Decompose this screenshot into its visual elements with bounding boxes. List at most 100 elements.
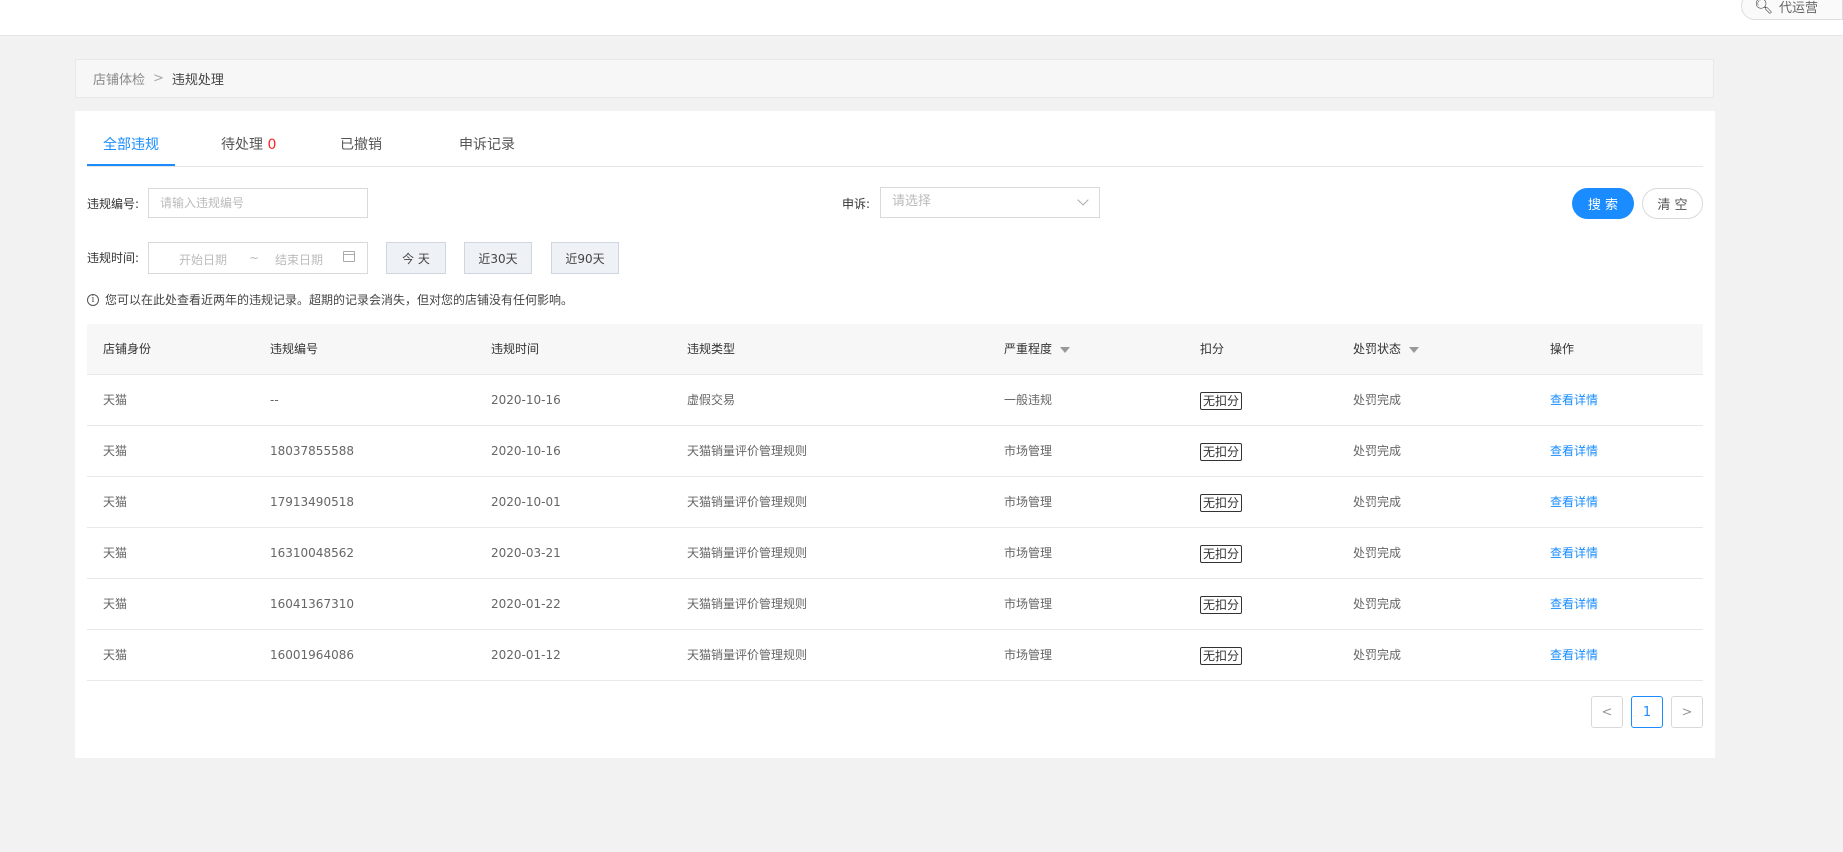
view-details-link[interactable]: 查看详情	[1550, 375, 1598, 425]
table-row: 天猫 17913490518 2020-10-01 天猫销量评价管理规则 市场管理 无扣分…	[87, 477, 1703, 528]
header-shop-identity: 店铺身份	[103, 342, 152, 356]
last-30-days-button[interactable]: 近30天	[464, 242, 532, 274]
deduction-badge: 无扣分	[1200, 442, 1243, 461]
breadcrumb-separator: >	[153, 71, 164, 86]
appeal-select[interactable]: 请选择	[880, 187, 1100, 218]
header-violation-type: 违规类型	[687, 342, 736, 356]
cell-severity: 市场管理	[1004, 546, 1053, 560]
deduction-badge: 无扣分	[1200, 646, 1243, 665]
table-header: 店铺身份 违规编号 违规时间 违规类型 严重程度 扣分 处罚状态 操作	[87, 324, 1703, 375]
tab-label: 待处理	[221, 137, 263, 153]
chevron-down-icon	[1077, 194, 1089, 206]
breadcrumb-item-violation: 违规处理	[171, 73, 224, 88]
cell-violation-type: 天猫销量评价管理规则	[687, 648, 808, 662]
cell-severity: 市场管理	[1004, 648, 1053, 662]
view-details-link[interactable]: 查看详情	[1550, 528, 1598, 578]
cell-shop-identity: 天猫	[103, 597, 128, 611]
deduction-badge: 无扣分	[1200, 391, 1243, 410]
cell-violation-no: 16001964086	[270, 648, 354, 662]
filter-icon[interactable]	[1409, 346, 1420, 353]
view-details-link[interactable]: 查看详情	[1550, 426, 1598, 476]
cell-violation-time: 2020-10-01	[491, 495, 561, 509]
deduction-badge: 无扣分	[1200, 544, 1243, 563]
deduction-badge: 无扣分	[1200, 493, 1243, 512]
header-violation-time: 违规时间	[491, 342, 540, 356]
top-bar: 🔍︎ 代运营	[0, 0, 1843, 36]
cell-violation-time: 2020-10-16	[491, 393, 561, 407]
cell-shop-identity: 天猫	[103, 546, 128, 560]
breadcrumb-item-shop-check[interactable]: 店铺体检	[93, 69, 145, 88]
tab-revoked[interactable]: 已撤销	[340, 133, 400, 166]
view-details-link[interactable]: 查看详情	[1550, 630, 1598, 680]
header-deduction: 扣分	[1200, 342, 1225, 356]
cell-deduction: 无扣分	[1200, 477, 1243, 527]
table-row: 天猫 16001964086 2020-01-12 天猫销量评价管理规则 市场管理 无扣分…	[87, 630, 1703, 681]
cell-violation-no: 16310048562	[270, 546, 354, 560]
cell-shop-identity: 天猫	[103, 648, 128, 662]
cell-penalty-status: 处罚完成	[1353, 597, 1402, 611]
header-severity: 严重程度	[1004, 324, 1071, 374]
clear-button[interactable]: 清 空	[1642, 188, 1703, 219]
date-range-separator: ~	[249, 251, 260, 265]
search-button[interactable]: 搜 索	[1572, 188, 1634, 219]
cell-violation-no: 17913490518	[270, 495, 354, 509]
start-date-input[interactable]: 开始日期	[179, 251, 227, 268]
violations-table: 店铺身份 违规编号 违规时间 违规类型 严重程度 扣分 处罚状态 操作 天猫 --…	[87, 324, 1703, 681]
cell-penalty-status: 处罚完成	[1353, 495, 1402, 509]
cell-deduction: 无扣分	[1200, 630, 1243, 680]
cell-penalty-status: 处罚完成	[1353, 444, 1402, 458]
next-page-button[interactable]: >	[1671, 696, 1703, 728]
cell-violation-no: --	[270, 393, 279, 407]
notice-text: 您可以在此处查看近两年的违规记录。超期的记录会消失，但对您的店铺没有任何影响。	[105, 293, 574, 307]
notice: i 您可以在此处查看近两年的违规记录。超期的记录会消失，但对您的店铺没有任何影响…	[87, 291, 573, 308]
date-range-picker[interactable]: 开始日期 ~ 结束日期	[148, 242, 368, 274]
appeal-label: 申诉:	[842, 197, 871, 211]
end-date-input[interactable]: 结束日期	[275, 251, 323, 268]
tab-bar: 全部违规 待处理 0 已撤销 申诉记录	[87, 133, 1703, 167]
tab-pending[interactable]: 待处理 0	[221, 133, 291, 166]
tab-label: 申诉记录	[459, 137, 515, 153]
page-1-button[interactable]: 1	[1631, 696, 1663, 728]
cell-deduction: 无扣分	[1200, 375, 1243, 425]
main-panel: 全部违规 待处理 0 已撤销 申诉记录 违规编号: 请输入违规编号 申诉: 请选…	[75, 111, 1715, 758]
violation-no-input[interactable]: 请输入违规编号	[148, 188, 368, 218]
cell-violation-type: 天猫销量评价管理规则	[687, 546, 808, 560]
prev-page-button[interactable]: <	[1591, 696, 1623, 728]
top-search-box[interactable]: 🔍︎ 代运营	[1741, 0, 1843, 20]
cell-severity: 市场管理	[1004, 444, 1053, 458]
header-penalty-status-label: 处罚状态	[1353, 342, 1402, 356]
cell-penalty-status: 处罚完成	[1353, 393, 1402, 407]
cell-violation-time: 2020-03-21	[491, 546, 561, 560]
last-90-days-button[interactable]: 近90天	[551, 242, 619, 274]
breadcrumb: 店铺体检 > 违规处理	[75, 59, 1714, 98]
violation-time-label: 违规时间:	[87, 251, 140, 265]
table-row: 天猫 -- 2020-10-16 虚假交易 一般违规 无扣分 处罚完成 查看详情	[87, 375, 1703, 426]
cell-violation-time: 2020-01-12	[491, 648, 561, 662]
info-icon: i	[87, 293, 99, 306]
calendar-icon	[343, 251, 355, 262]
table-row: 天猫 16310048562 2020-03-21 天猫销量评价管理规则 市场管理 无扣分…	[87, 528, 1703, 579]
search-icon: 🔍︎	[1754, 0, 1774, 15]
cell-violation-no: 16041367310	[270, 597, 354, 611]
appeal-select-placeholder: 请选择	[892, 194, 932, 209]
view-details-link[interactable]: 查看详情	[1550, 477, 1598, 527]
view-details-link[interactable]: 查看详情	[1550, 579, 1598, 629]
cell-violation-time: 2020-10-16	[491, 444, 561, 458]
tab-all-violations[interactable]: 全部违规	[87, 133, 175, 166]
cell-deduction: 无扣分	[1200, 579, 1243, 629]
cell-penalty-status: 处罚完成	[1353, 648, 1402, 662]
filter-icon[interactable]	[1060, 346, 1071, 353]
cell-deduction: 无扣分	[1200, 426, 1243, 476]
violation-no-label: 违规编号:	[87, 197, 140, 211]
tab-label: 全部违规	[103, 137, 159, 153]
tab-appeal-records[interactable]: 申诉记录	[459, 133, 529, 166]
pending-count: 0	[267, 137, 277, 153]
cell-violation-type: 天猫销量评价管理规则	[687, 495, 808, 509]
cell-violation-no: 18037855588	[270, 444, 354, 458]
header-action: 操作	[1550, 342, 1575, 356]
cell-severity: 市场管理	[1004, 495, 1053, 509]
header-penalty-status: 处罚状态	[1353, 324, 1420, 374]
top-search-text: 代运营	[1779, 0, 1819, 16]
today-button[interactable]: 今 天	[386, 242, 446, 274]
deduction-badge: 无扣分	[1200, 595, 1243, 614]
